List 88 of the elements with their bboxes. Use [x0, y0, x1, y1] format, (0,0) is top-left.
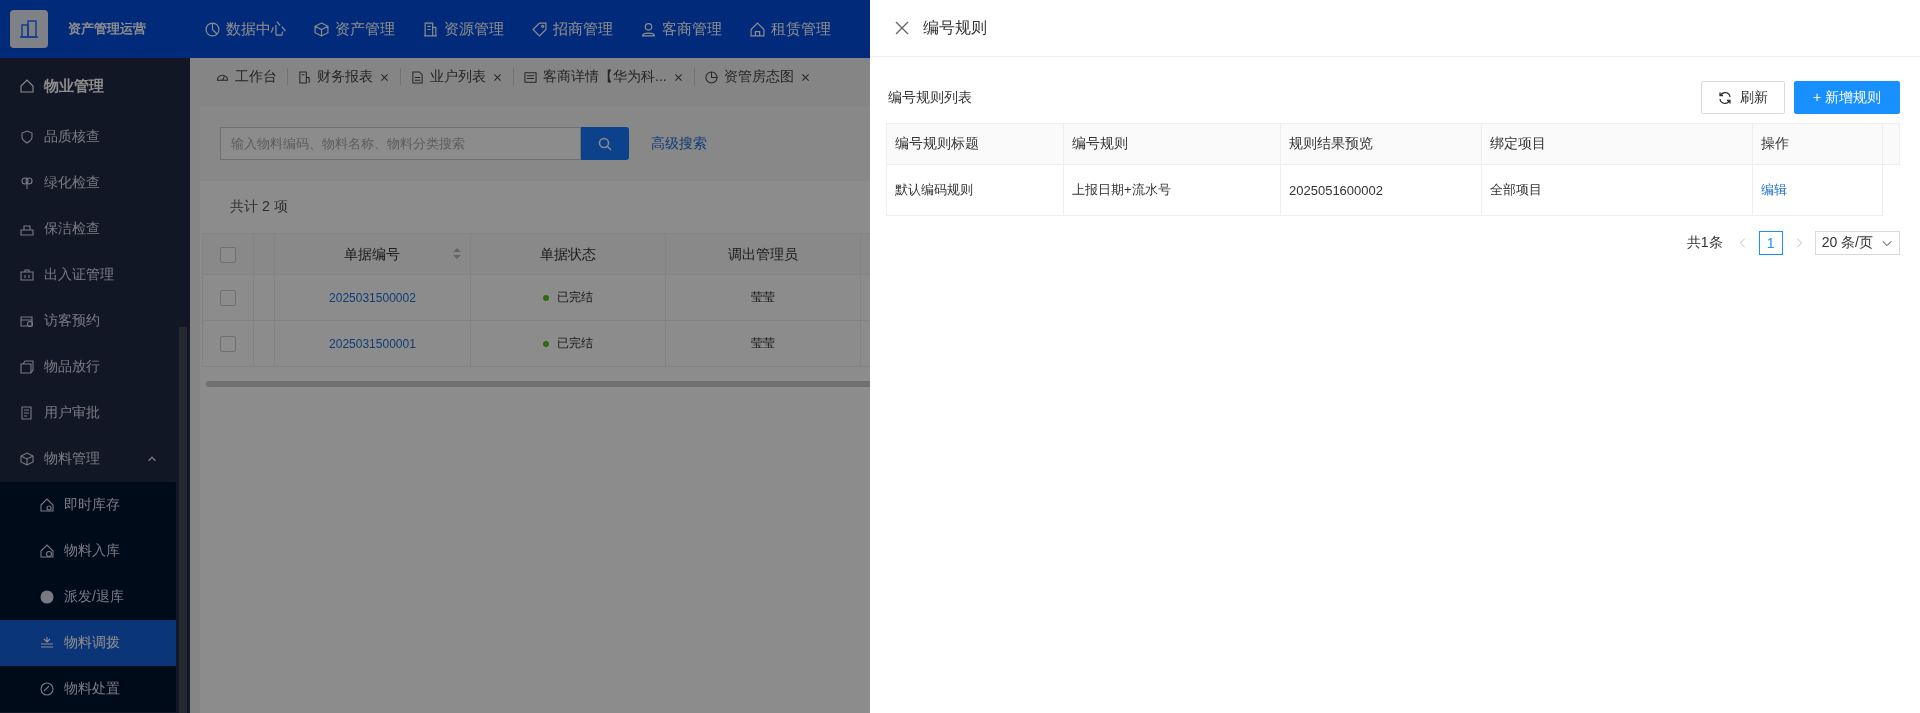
- house-icon: [20, 79, 34, 93]
- document-number-link[interactable]: 2025031500002: [329, 290, 416, 305]
- calendar-icon: [20, 314, 34, 328]
- pie-chart-icon: [704, 70, 718, 84]
- building-icon: [10, 10, 48, 48]
- column-header: 规则结果预览: [1289, 135, 1373, 151]
- table-cell: 全部项目: [1490, 182, 1542, 197]
- refresh-button[interactable]: 刷新: [1700, 81, 1785, 114]
- users-icon: [641, 21, 656, 37]
- tab[interactable]: 业户列表: [400, 68, 513, 86]
- menu-item[interactable]: 品质核查: [0, 114, 176, 160]
- box-icon: [20, 360, 34, 374]
- checkbox[interactable]: [219, 289, 236, 306]
- menu-item[interactable]: 用户审批: [0, 390, 176, 436]
- column-header: 绑定项目: [1490, 135, 1546, 151]
- page-button[interactable]: 1: [1758, 231, 1783, 255]
- list-title: 编号规则列表: [887, 88, 972, 107]
- menu-item[interactable]: 物料处置: [0, 666, 176, 712]
- table-cell: 上报日期+流水号: [1072, 182, 1171, 197]
- basket-icon: [20, 222, 34, 236]
- column-header[interactable]: 单据编号: [276, 235, 469, 273]
- column-header[interactable]: 调出管理员: [666, 235, 860, 273]
- clipboard-icon: [20, 406, 34, 420]
- warehouse-icon: [40, 544, 54, 558]
- app-title: 资产管理运营: [68, 20, 147, 38]
- menu-item[interactable]: 物料调拨: [0, 620, 176, 666]
- badge-icon: [20, 268, 34, 282]
- menu-item[interactable]: 出入证管理: [0, 252, 176, 298]
- report-icon: [298, 70, 311, 84]
- column-header: 操作: [1761, 135, 1789, 151]
- house-icon: [750, 21, 765, 37]
- add-rule-button[interactable]: + 新增规则: [1793, 81, 1900, 114]
- refresh-icon: [1717, 90, 1732, 105]
- cycle-icon: [40, 682, 54, 696]
- table-cell: 莹莹: [751, 290, 775, 304]
- close-icon[interactable]: [492, 71, 503, 83]
- close-icon[interactable]: [895, 21, 909, 35]
- warehouse-icon: [40, 498, 54, 512]
- column-header[interactable]: 单据状态: [471, 235, 664, 273]
- edit-link[interactable]: 编辑: [1761, 182, 1787, 197]
- status-label: 已完结: [556, 336, 593, 350]
- column-header: 编号规则: [1072, 135, 1128, 151]
- menu-item[interactable]: 物料管理: [0, 436, 176, 482]
- nav-item[interactable]: 数据中心: [205, 19, 286, 39]
- list-icon: [524, 70, 537, 84]
- close-icon[interactable]: [672, 71, 684, 83]
- menu-item[interactable]: 派发/退库: [0, 574, 176, 620]
- advanced-search-link[interactable]: 高级搜索: [651, 134, 707, 153]
- nav-item[interactable]: 资源管理: [423, 19, 504, 39]
- menu-item[interactable]: 物料入库: [0, 528, 176, 574]
- tab[interactable]: 工作台: [206, 68, 287, 86]
- menu-item[interactable]: 物品放行: [0, 344, 176, 390]
- search-icon: [598, 136, 612, 151]
- nav-item[interactable]: 资产管理: [314, 19, 395, 39]
- checkbox[interactable]: [219, 335, 236, 352]
- cube-icon: [314, 21, 329, 37]
- sidebar-section[interactable]: 物业管理: [0, 58, 190, 114]
- pie-chart-icon: [205, 21, 220, 37]
- search-button[interactable]: [581, 127, 629, 160]
- page-size-select[interactable]: 20 条/页: [1814, 231, 1900, 255]
- nav-item[interactable]: 客商管理: [641, 19, 722, 39]
- table-cell: 莹莹: [751, 336, 775, 350]
- nav-item[interactable]: 招商管理: [532, 19, 613, 39]
- column-header: 编号规则标题: [895, 135, 979, 151]
- tab[interactable]: 资管房态图: [693, 68, 821, 86]
- tab[interactable]: 客商详情【华为科...: [513, 68, 694, 86]
- close-icon[interactable]: [379, 71, 390, 83]
- table-cell: 2025051600002: [1289, 182, 1383, 198]
- menu-item[interactable]: 绿化检查: [0, 160, 176, 206]
- item-count: 共计 2 项: [230, 198, 288, 216]
- checkbox[interactable]: [219, 246, 236, 263]
- table-cell: 默认编码规则: [895, 182, 973, 197]
- status-label: 已完结: [556, 290, 593, 304]
- total-count: 共1条: [1686, 234, 1723, 252]
- stack-icon: [40, 636, 54, 650]
- menu-item[interactable]: 保洁检查: [0, 206, 176, 252]
- tab[interactable]: 财务报表: [287, 68, 400, 86]
- close-icon[interactable]: [799, 71, 811, 83]
- nav-item[interactable]: 租赁管理: [750, 19, 831, 39]
- document-number-link[interactable]: 2025031500001: [329, 336, 416, 351]
- document-icon: [423, 21, 438, 37]
- cube-icon: [20, 452, 34, 466]
- document-icon: [411, 70, 424, 84]
- menu-item[interactable]: 访客预约: [0, 298, 176, 344]
- shield-icon: [20, 130, 34, 144]
- tag-icon: [532, 21, 547, 37]
- drawer-title: 编号规则: [923, 17, 987, 38]
- menu-item[interactable]: 即时库存: [0, 482, 176, 528]
